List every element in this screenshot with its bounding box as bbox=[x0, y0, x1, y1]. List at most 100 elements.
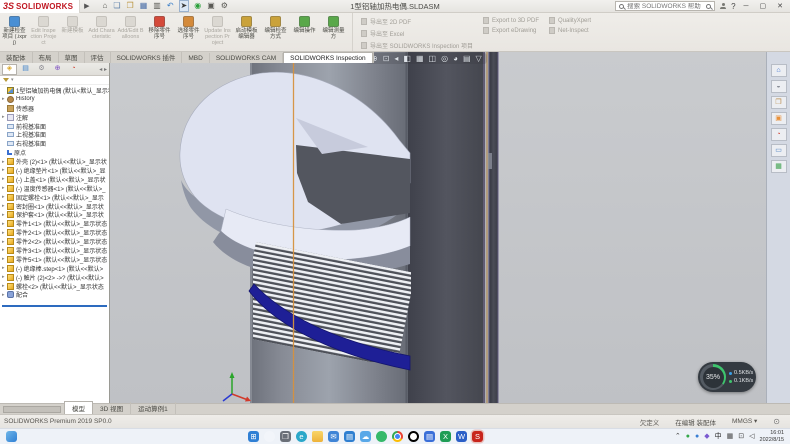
export-menu-item[interactable]: 导出至 Excel bbox=[361, 29, 473, 38]
new-inspection-project-button[interactable]: 新建检查项目 (.ixprj) bbox=[0, 13, 29, 51]
remove-balloons-button[interactable]: 移除零件序号 bbox=[145, 13, 174, 51]
status-item[interactable]: MMGS ▾ bbox=[732, 417, 757, 427]
dimxpertmanager-tab[interactable]: ⊕ bbox=[50, 64, 65, 75]
export-menu-item[interactable]: Export to 3D PDF bbox=[483, 17, 539, 24]
update-inspection-project-button[interactable]: Update Inspection Project bbox=[203, 13, 232, 51]
speed-monitor-widget[interactable]: 35% 0.5KB/s 0.1KB/s bbox=[698, 362, 756, 392]
add-characteristic-button[interactable]: Add Characteristic bbox=[87, 13, 116, 51]
options-gear-icon[interactable]: ⚙ bbox=[220, 1, 229, 11]
tree-item[interactable]: ▸ 固定螺栓<1> (默认<<默认>_显示 bbox=[0, 193, 109, 202]
appearances-icon[interactable]: ◔ bbox=[771, 128, 787, 141]
launch-template-editor-button[interactable]: 启动模板编辑器 bbox=[232, 13, 261, 51]
commandmanager-tab[interactable]: MBD bbox=[182, 53, 209, 63]
print-icon[interactable]: ▥ bbox=[152, 1, 162, 11]
edit-operation-button[interactable]: 编辑操作 bbox=[290, 13, 319, 51]
hide-show-items-icon[interactable]: ◎ bbox=[441, 54, 448, 63]
home-tab-icon[interactable]: ⌂ bbox=[771, 64, 787, 77]
document-tab[interactable]: 3D 视图 bbox=[93, 402, 131, 414]
help-search-box[interactable] bbox=[615, 1, 715, 11]
view-orientation-icon[interactable]: ▦ bbox=[416, 54, 424, 63]
assembly-model[interactable] bbox=[110, 52, 766, 403]
export-menu-item[interactable]: 导出至 2D PDF bbox=[361, 17, 473, 26]
add-edit-balloons-button[interactable]: Add/Edit Balloons bbox=[116, 13, 145, 51]
tree-item[interactable]: ▸ (-) 触片 (2)<2> ->? (默认<<默认> bbox=[0, 273, 109, 282]
word-icon[interactable]: W bbox=[456, 431, 467, 442]
minimize-button[interactable]: ─ bbox=[741, 3, 752, 10]
monitor-icon[interactable]: ⊡ bbox=[738, 432, 744, 441]
select-arrow-icon[interactable]: ➤ bbox=[179, 0, 190, 12]
home-icon[interactable]: ⌂ bbox=[102, 1, 109, 11]
save-icon[interactable]: ▦ bbox=[139, 1, 149, 11]
onedrive-icon[interactable]: ☁ bbox=[360, 431, 371, 442]
tree-item[interactable]: ▸ 配合 bbox=[0, 290, 109, 299]
tree-item[interactable]: ▸ (-) 上盖<1> (默认<<默认>_显示状 bbox=[0, 175, 109, 184]
tree-item[interactable]: ▸ 传感器 bbox=[0, 104, 109, 113]
file-explorer-icon[interactable]: ▣ bbox=[771, 112, 787, 125]
task-view-button[interactable]: ❒ bbox=[280, 431, 291, 442]
search-dropdown-icon[interactable] bbox=[706, 4, 711, 9]
apply-scene-icon[interactable]: ▤ bbox=[463, 54, 471, 63]
tray-app-green-icon[interactable]: ● bbox=[686, 432, 690, 441]
tree-item[interactable]: ▸ (-) 绝缘棒.step<1> (默认<<默认> bbox=[0, 264, 109, 273]
export-menu-item[interactable]: Export eDrawing bbox=[483, 27, 539, 34]
design-library-icon[interactable]: ❐ bbox=[771, 96, 787, 109]
tree-filter-bar[interactable]: ▾ bbox=[0, 76, 109, 85]
status-units-icon[interactable]: ⊙ bbox=[773, 417, 780, 426]
tree-item[interactable]: ▸ 密封圈<1> (默认<<默认>_显示状 bbox=[0, 202, 109, 211]
zoom-to-area-icon[interactable]: ⊡ bbox=[383, 54, 390, 63]
app-blue-book-icon[interactable]: ▤ bbox=[424, 431, 435, 442]
custom-properties-icon[interactable]: ▦ bbox=[771, 160, 787, 173]
document-tab[interactable]: 运动算例1 bbox=[131, 402, 176, 414]
tree-item[interactable]: ▸ 原点 bbox=[0, 148, 109, 157]
tree-item[interactable]: ▸ History bbox=[0, 95, 109, 104]
displaymanager-tab[interactable]: ◔ bbox=[66, 64, 81, 75]
view-settings-icon[interactable]: ▽ bbox=[476, 54, 482, 63]
edge-icon[interactable]: e bbox=[296, 431, 307, 442]
tree-item[interactable]: ▸ 零件5<1> (默认<<默认>_显示状态 bbox=[0, 255, 109, 264]
help-button[interactable]: ? bbox=[731, 2, 735, 11]
commandmanager-tab[interactable]: SOLIDWORKS Inspection bbox=[283, 52, 373, 63]
store-icon[interactable]: ▤ bbox=[344, 431, 355, 442]
status-item[interactable]: 欠定义 bbox=[640, 417, 660, 427]
excel-icon[interactable]: X bbox=[440, 431, 451, 442]
export-menu-item[interactable]: 导出至 SOLIDWORKS Inspection 项目 bbox=[361, 41, 473, 50]
open-icon[interactable]: ❐ bbox=[126, 1, 135, 11]
ime-keyboard-icon[interactable]: ▦ bbox=[727, 432, 734, 441]
tree-item[interactable]: ▸ 零件3<1> (默认<<默认>_显示状态 bbox=[0, 246, 109, 255]
mail-icon[interactable]: ✉ bbox=[328, 431, 339, 442]
tray-expand-icon[interactable]: ⌃ bbox=[675, 432, 681, 441]
login-icon[interactable] bbox=[720, 3, 726, 9]
tree-item[interactable]: ▸ 零件1<1> (默认<<默认>_显示状态 bbox=[0, 219, 109, 228]
rebuild-icon[interactable]: ◉ bbox=[193, 1, 202, 11]
edit-inspection-project-button[interactable]: Edit Inspection Project bbox=[29, 13, 58, 51]
tree-item[interactable]: ▸ 右视基准面 bbox=[0, 139, 109, 148]
edit-measurement-button[interactable]: 编辑测量方 bbox=[319, 13, 348, 51]
panel-tab-overflow-arrows[interactable]: ◂ ▸ bbox=[99, 66, 109, 73]
undo-icon[interactable]: ↶ bbox=[166, 1, 175, 11]
tree-item[interactable]: ▸ 上视基准面 bbox=[0, 130, 109, 139]
volume-icon[interactable]: ◁ bbox=[749, 432, 754, 441]
previous-view-icon[interactable]: ◂ bbox=[394, 54, 398, 63]
export-menu-item[interactable]: Net-Inspect bbox=[549, 27, 591, 34]
status-item[interactable]: 在编辑 装配体 bbox=[675, 417, 716, 427]
app-green-icon[interactable] bbox=[376, 431, 387, 442]
tree-item[interactable]: ▸ 保护套<1> (默认<<默认>_显示状 bbox=[0, 210, 109, 219]
tree-item[interactable]: ▸ 注解 bbox=[0, 113, 109, 122]
taskbar-clock[interactable]: 16:01 2022/8/15 bbox=[760, 430, 784, 443]
tray-app-blue-icon[interactable]: ● bbox=[695, 432, 699, 441]
resources-icon[interactable]: ◒ bbox=[771, 80, 787, 93]
view-palette-icon[interactable]: ▭ bbox=[771, 144, 787, 157]
tree-item[interactable]: ▸ (-) 绝缘垫片<1> (默认<<默认>_显 bbox=[0, 166, 109, 175]
tree-item[interactable]: ▸ 1型铝轴加热电偶 (默认<默认_显示状态-1 bbox=[0, 86, 109, 95]
tree-item[interactable]: ▸ 螺栓<2> (默认<<默认>_显示状态 bbox=[0, 282, 109, 291]
menu-flyout-arrow[interactable]: ▶ bbox=[84, 2, 89, 10]
featuremanager-tab[interactable]: ◈ bbox=[2, 64, 17, 75]
close-button[interactable]: ✕ bbox=[774, 2, 786, 10]
app-orange-ring-icon[interactable] bbox=[408, 431, 419, 442]
start-button[interactable]: ⊞ bbox=[248, 431, 259, 442]
edit-inspection-method-button[interactable]: 编辑检查方式 bbox=[261, 13, 290, 51]
propertymanager-tab[interactable]: ▤ bbox=[18, 64, 33, 75]
tree-item[interactable]: ▸ (-) 温度传感器<1> (默认<<默认>_ bbox=[0, 184, 109, 193]
new-template-button[interactable]: 新建模板 bbox=[58, 13, 87, 51]
search-input[interactable] bbox=[627, 3, 703, 10]
